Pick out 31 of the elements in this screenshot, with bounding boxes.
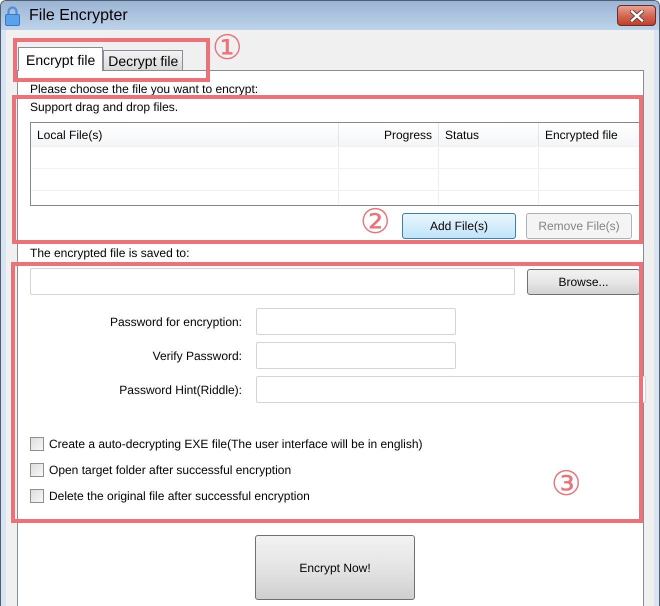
window-title: File Encrypter <box>29 8 128 24</box>
lock-icon <box>5 6 20 26</box>
callout-number: ② <box>360 205 390 239</box>
password-hint-field[interactable] <box>256 376 646 403</box>
tab[interactable]: Decrypt file <box>103 50 184 70</box>
field-label: Verify Password: <box>152 348 242 364</box>
close-button[interactable] <box>617 5 656 26</box>
instruction-text: Please choose the file you want to encrypt: <box>30 82 258 96</box>
checkbox-label: Create a auto-decrypting EXE file(The user interface will be in english) <box>49 436 423 453</box>
callout-number: ① <box>212 31 242 65</box>
checkbox[interactable] <box>30 463 44 477</box>
checkbox-label: Delete the original file after successful encryption <box>49 488 310 505</box>
encrypt-now-button[interactable]: Encrypt Now! <box>255 535 415 600</box>
close-icon <box>630 10 644 22</box>
add-files-button[interactable]: Add File(s) <box>402 213 516 239</box>
callout-number: ③ <box>551 467 581 501</box>
browse-button[interactable]: Browse... <box>527 268 640 294</box>
drag-drop-hint: Support drag and drop files. <box>30 100 178 114</box>
field-label: Password for encryption: <box>108 314 242 330</box>
column-header[interactable]: Status <box>439 123 539 146</box>
password-field[interactable] <box>256 342 456 369</box>
save-location-label: The encrypted file is saved to: <box>30 246 190 260</box>
checkbox[interactable] <box>30 489 44 503</box>
column-header[interactable]: Progress <box>339 123 439 146</box>
checkbox[interactable] <box>30 437 44 451</box>
field-label: Password Hint(Riddle): <box>118 382 242 398</box>
tab[interactable]: Encrypt file <box>18 47 104 71</box>
column-header[interactable]: Local File(s) <box>31 123 339 146</box>
output-path-field[interactable] <box>30 268 515 295</box>
checkbox-label: Open target folder after successful encryption <box>49 462 292 479</box>
password-field[interactable] <box>256 308 456 335</box>
